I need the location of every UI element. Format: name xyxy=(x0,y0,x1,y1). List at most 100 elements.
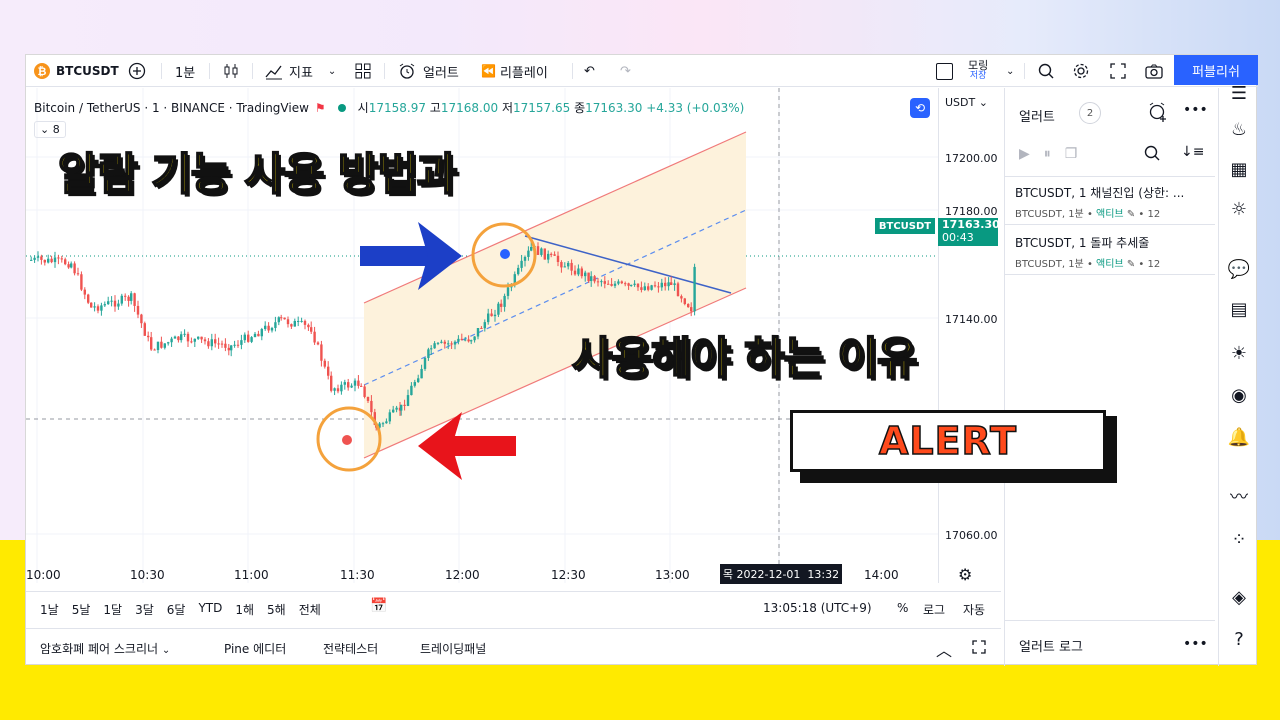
currency-select[interactable]: USDT ⌄ xyxy=(945,96,988,109)
tab-pine-editor[interactable]: Pine 에디터 xyxy=(224,640,286,657)
candle xyxy=(596,281,600,283)
replay-button[interactable]: ⏪ 리플레이 xyxy=(481,55,548,87)
chart-sync-icon[interactable]: ⟲ xyxy=(910,98,930,118)
candle xyxy=(653,285,657,287)
candle xyxy=(203,339,207,342)
redo-button[interactable]: ↷ xyxy=(620,55,631,87)
settings-button[interactable] xyxy=(1072,55,1090,87)
copy-icon[interactable]: ❐ xyxy=(1065,146,1078,162)
candle xyxy=(420,368,423,379)
time-label: 10:00 xyxy=(26,568,61,582)
snapshot-button[interactable] xyxy=(1144,55,1164,87)
layout-button[interactable] xyxy=(354,55,372,87)
clock-label[interactable]: 13:05:18 (UTC+9) xyxy=(763,601,872,615)
undo-button[interactable]: ↶ xyxy=(584,55,595,87)
candle xyxy=(440,341,443,343)
candle xyxy=(473,336,476,341)
fullscreen-button[interactable] xyxy=(1109,55,1127,87)
symbol-search[interactable]: ₿ BTCUSDT xyxy=(34,55,119,87)
publish-button[interactable]: 퍼블리쉬 xyxy=(1174,55,1258,85)
play-circle-icon[interactable]: ▶ xyxy=(1019,146,1030,162)
range-button[interactable]: YTD xyxy=(198,601,222,618)
watchlist-icon[interactable]: ☰ xyxy=(1227,82,1251,106)
candle xyxy=(453,341,457,345)
trend-icon[interactable]: 〰 xyxy=(1227,486,1251,510)
tab-strategy-tester[interactable]: 전략테스터 xyxy=(323,640,378,657)
candle xyxy=(413,382,416,386)
candle xyxy=(627,283,630,286)
save-dropdown-button[interactable]: ⌄ xyxy=(1006,55,1014,87)
range-button[interactable]: 3달 xyxy=(135,601,154,618)
candle xyxy=(83,289,86,295)
candle xyxy=(283,317,286,320)
chevron-up-icon[interactable]: ︿ xyxy=(936,637,952,661)
candle xyxy=(297,320,300,322)
log-toggle[interactable]: 로그 xyxy=(923,601,945,618)
candle xyxy=(327,366,330,376)
candle xyxy=(156,341,160,351)
indicators-button[interactable]: 지표 ⌄ xyxy=(264,55,336,87)
candle xyxy=(110,300,113,302)
calendar-icon[interactable]: ▦ xyxy=(1227,158,1251,182)
tab-screener[interactable]: 암호화폐 페어 스크리너 ⌄ xyxy=(40,640,170,657)
symbol-description: Bitcoin / TetherUS · 1 · BINANCE · Tradi… xyxy=(34,100,309,115)
bar-countdown: 00:43 xyxy=(942,231,974,244)
range-button[interactable]: 5해 xyxy=(267,601,286,618)
range-button[interactable]: 5날 xyxy=(72,601,91,618)
price-axis[interactable]: USDT ⌄ 17200.00 17180.00 17140.00 17060.… xyxy=(938,88,1001,583)
dots-grid-icon[interactable]: ⁘ xyxy=(1227,528,1251,552)
compare-symbol-button[interactable] xyxy=(128,55,146,87)
streams-bulb-icon[interactable]: ☀ xyxy=(1227,342,1251,366)
candle xyxy=(73,263,76,274)
candle xyxy=(633,283,636,285)
bottom-panel-tabs: 암호화폐 페어 스크리너 ⌄ Pine 에디터 전략테스터 트레이딩패널 ︿ xyxy=(26,628,1001,666)
interval-button[interactable]: 1분 xyxy=(175,55,195,87)
alert-item[interactable]: BTCUSDT, 1 채널진입 (상한: ... BTCUSDT, 1분 • 액… xyxy=(1015,184,1184,220)
grid-layout-icon xyxy=(355,63,371,79)
layout-select-checkbox[interactable] xyxy=(936,55,953,87)
add-alert-button[interactable] xyxy=(1147,101,1169,126)
create-alert-button[interactable]: 얼러트 xyxy=(397,55,459,87)
sort-icon[interactable]: ↓≡ xyxy=(1181,144,1204,160)
candle xyxy=(497,303,500,315)
bell-icon[interactable]: 🔔 xyxy=(1227,426,1251,450)
date-range-bar: 1날 5날 1달 3달 6달 YTD 1해 5해 전체 📅 13:05:18 (UTC+9) %… xyxy=(26,591,1001,625)
maximize-panel-button[interactable] xyxy=(971,639,987,658)
legend-collapse-button[interactable]: ⌄ 8 xyxy=(34,121,66,138)
help-icon[interactable]: ? xyxy=(1227,628,1251,652)
chart-type-button[interactable] xyxy=(222,55,240,87)
candle xyxy=(520,260,523,268)
broadcast-icon[interactable]: ◉ xyxy=(1227,384,1251,408)
search-alerts-button[interactable] xyxy=(1143,144,1161,165)
save-layout-button[interactable]: 모링 저장 xyxy=(968,55,988,87)
range-button[interactable]: 1달 xyxy=(103,601,122,618)
rewind-icon: ⏪ xyxy=(481,64,496,78)
alert-item[interactable]: BTCUSDT, 1 돌파 추세줄 BTCUSDT, 1분 • 액티브 ✎ • … xyxy=(1015,234,1160,270)
candle xyxy=(470,340,473,342)
pause-circle-icon[interactable]: ⏸ xyxy=(1044,146,1051,162)
ideas-bulb-icon[interactable]: ☼ xyxy=(1227,198,1251,222)
layers-icon[interactable]: ◈ xyxy=(1227,586,1251,610)
range-button[interactable]: 1해 xyxy=(235,601,254,618)
range-button[interactable]: 6달 xyxy=(167,601,186,618)
more-icon[interactable]: ••• xyxy=(1183,102,1208,118)
range-button[interactable]: 1날 xyxy=(40,601,59,618)
candle xyxy=(673,283,676,285)
tab-trading-panel[interactable]: 트레이딩패널 xyxy=(420,640,486,657)
time-axis-settings-icon[interactable]: ⚙ xyxy=(958,565,972,584)
percent-toggle[interactable]: % xyxy=(897,601,908,615)
hotlist-fire-icon[interactable]: ♨ xyxy=(1227,118,1251,142)
candle xyxy=(530,247,533,251)
candle xyxy=(547,253,550,260)
goto-date-icon[interactable]: 📅 xyxy=(370,598,387,614)
candle xyxy=(660,282,663,288)
range-button[interactable]: 전체 xyxy=(299,601,321,618)
candle xyxy=(33,257,36,260)
candle xyxy=(303,320,307,325)
search-button[interactable] xyxy=(1037,55,1055,87)
auto-toggle[interactable]: 자동 xyxy=(963,601,985,618)
messages-icon[interactable]: ▤ xyxy=(1227,298,1251,322)
candle xyxy=(247,334,250,342)
more-icon[interactable]: ••• xyxy=(1183,636,1208,652)
chat-icon[interactable]: 💬 xyxy=(1227,258,1251,282)
